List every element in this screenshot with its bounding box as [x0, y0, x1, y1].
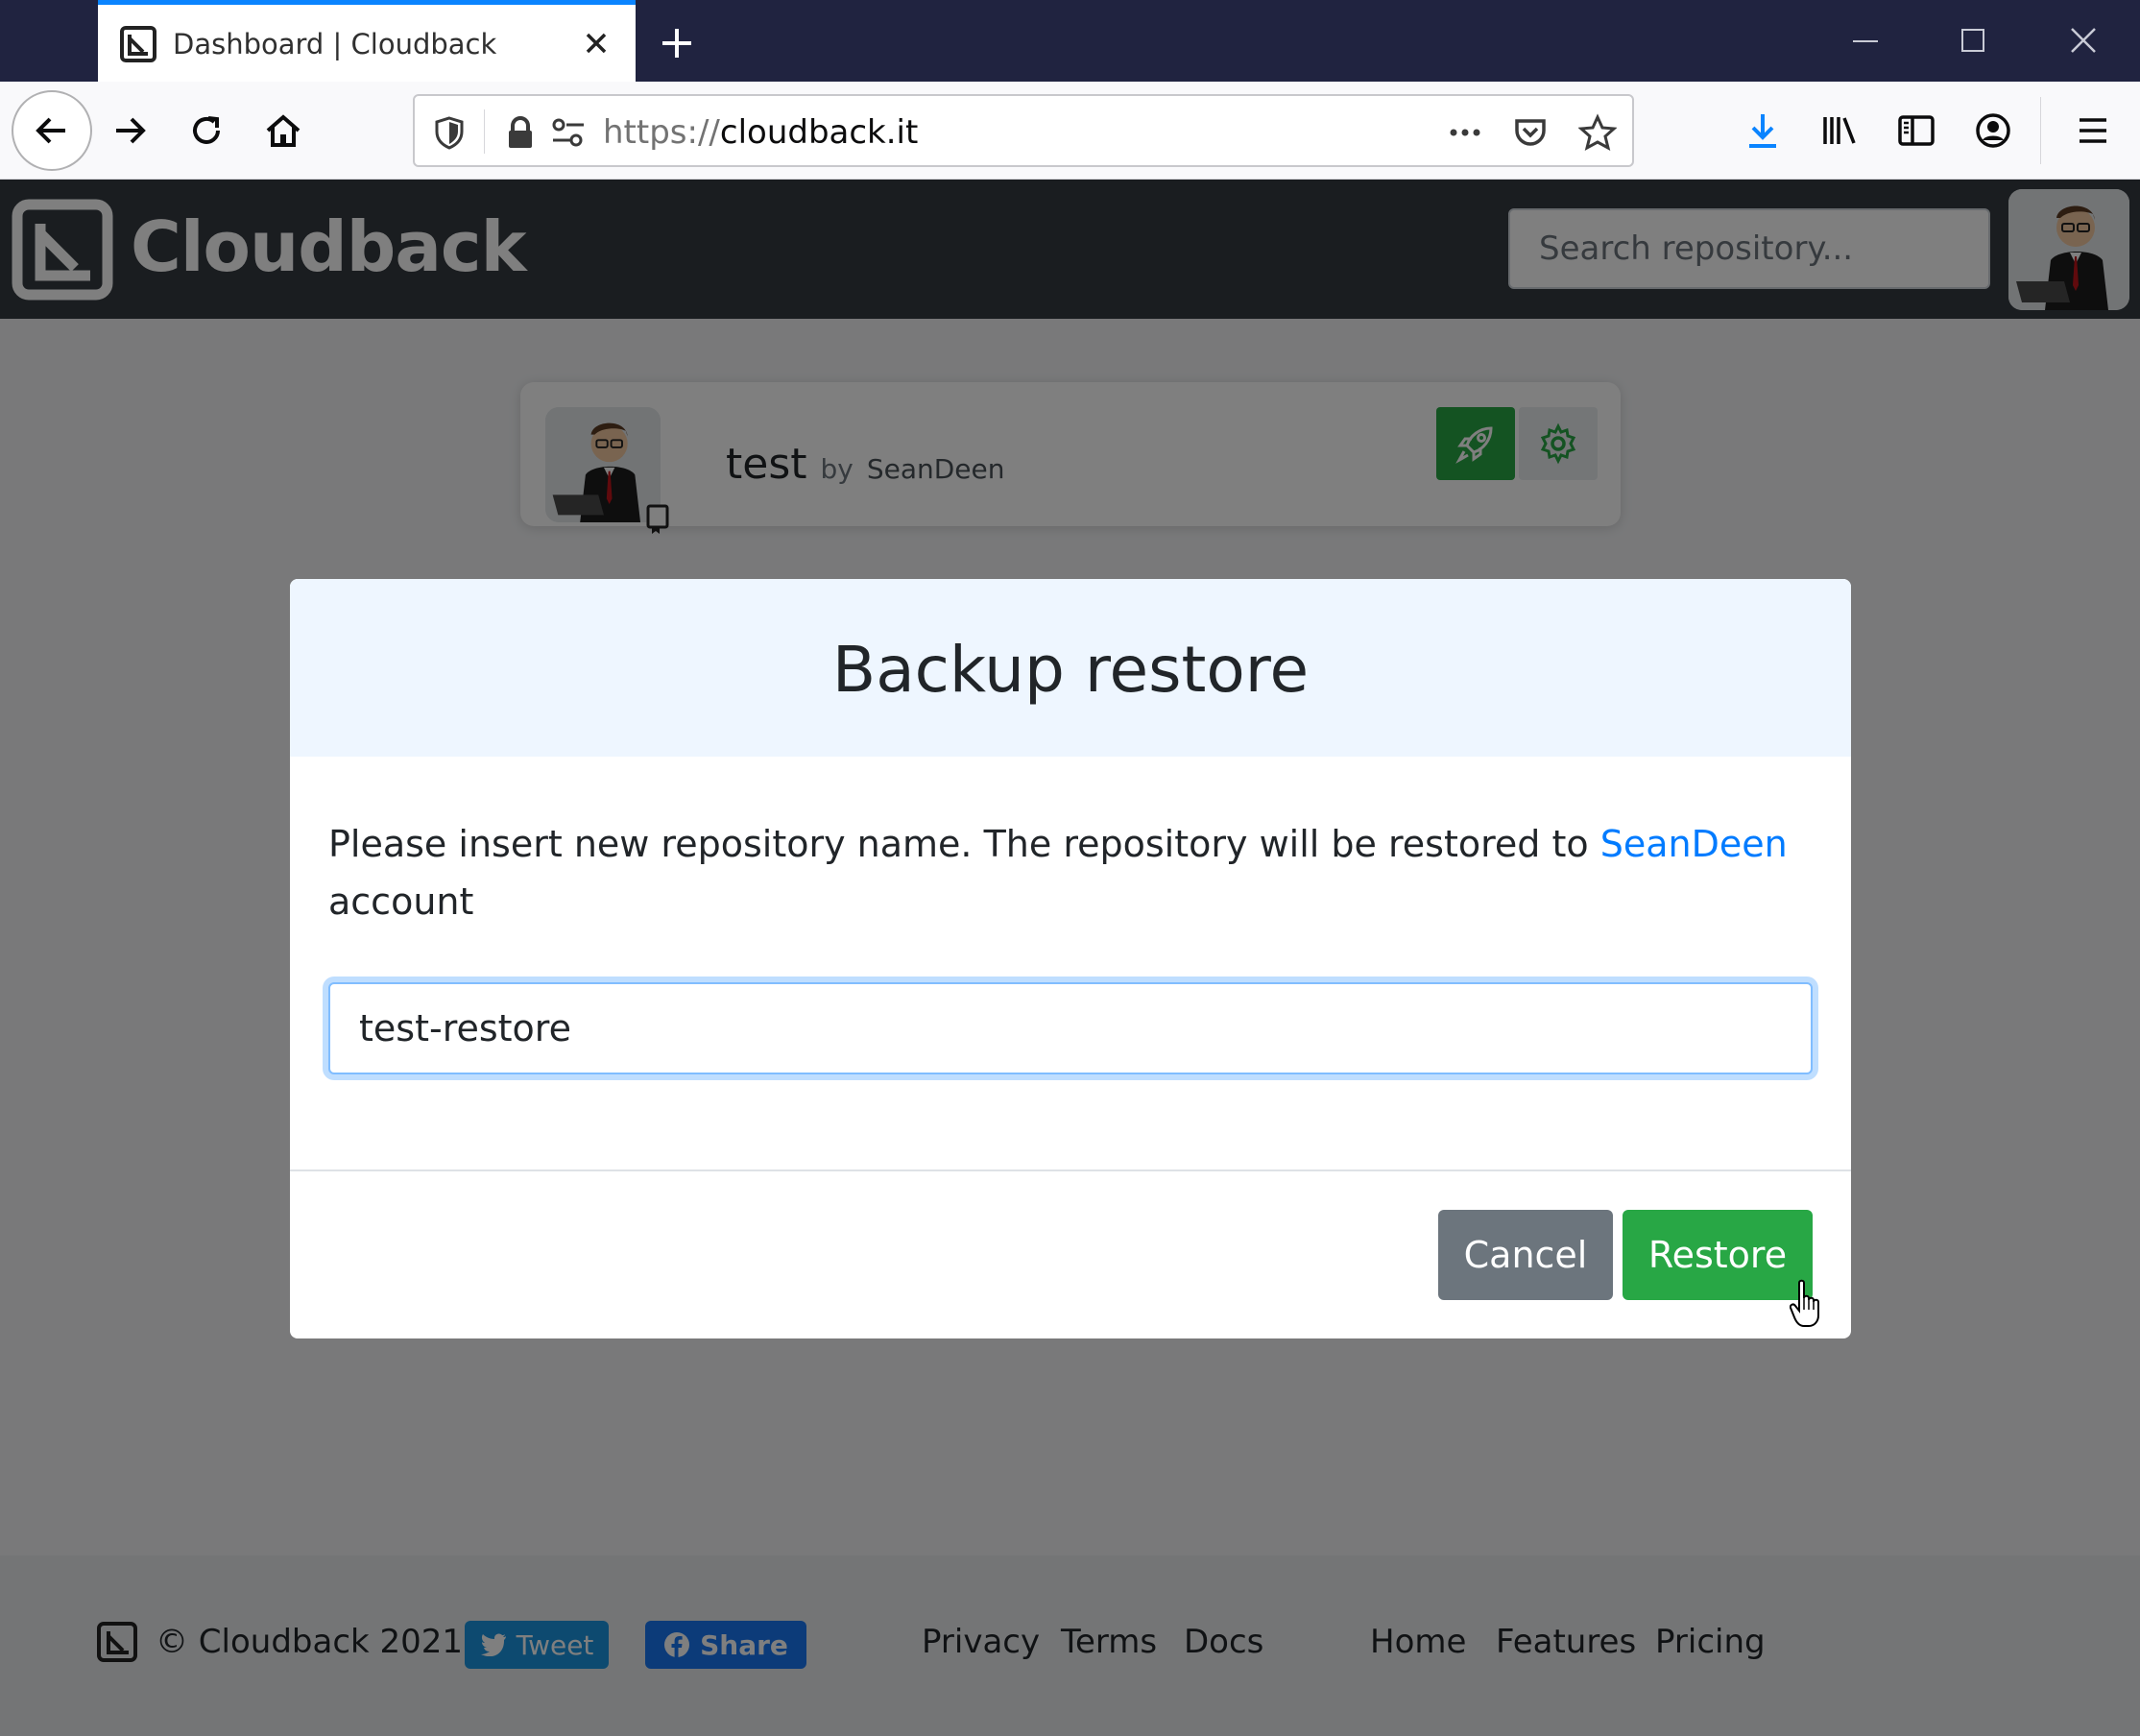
- home-button[interactable]: [254, 102, 312, 159]
- tracking-shield-icon[interactable]: [430, 113, 469, 152]
- url-text: https://cloudback.it: [603, 113, 918, 152]
- modal-description: Please insert new repository name. The r…: [328, 815, 1788, 930]
- restore-button[interactable]: Restore: [1623, 1210, 1813, 1300]
- account-icon: [1976, 113, 2010, 148]
- url-host: cloudback.it: [719, 113, 919, 152]
- browser-titlebar: Dashboard | Cloudback: [0, 0, 2140, 82]
- cloudback-favicon-icon: [120, 26, 156, 62]
- maximize-icon[interactable]: [1949, 19, 1997, 63]
- forward-button[interactable]: [101, 102, 158, 159]
- permissions-icon[interactable]: [549, 113, 588, 152]
- page-actions-icon[interactable]: [1446, 113, 1484, 152]
- repository-name-input[interactable]: [328, 982, 1813, 1074]
- library-button[interactable]: [1811, 102, 1868, 159]
- sidebar-icon: [1898, 115, 1935, 146]
- home-icon: [266, 114, 301, 147]
- minimize-icon[interactable]: [1841, 19, 1889, 63]
- hand-pointer-icon: [1790, 1279, 1819, 1327]
- close-tab-icon[interactable]: [576, 23, 616, 63]
- pocket-icon[interactable]: [1511, 113, 1550, 152]
- hamburger-menu-icon: [2080, 118, 2106, 143]
- modal-header: Backup restore: [290, 579, 1851, 757]
- downloads-button[interactable]: [1734, 102, 1791, 159]
- cancel-button[interactable]: Cancel: [1438, 1210, 1613, 1300]
- bookmark-star-icon[interactable]: [1578, 113, 1617, 152]
- new-tab-icon[interactable]: [653, 19, 701, 67]
- url-separator: [484, 109, 485, 154]
- download-icon: [1749, 114, 1776, 148]
- account-link[interactable]: SeanDeen: [1600, 823, 1788, 865]
- menu-button[interactable]: [2064, 102, 2122, 159]
- toolbar-separator: [2040, 97, 2041, 164]
- modal-footer-divider: [290, 1169, 1851, 1171]
- backup-restore-modal: Backup restore Please insert new reposit…: [290, 579, 1851, 1338]
- reload-icon: [193, 116, 220, 144]
- arrow-right-icon: [116, 117, 146, 144]
- sidebar-button[interactable]: [1888, 102, 1945, 159]
- library-icon: [1823, 117, 1856, 144]
- lock-icon[interactable]: [501, 113, 540, 152]
- browser-tab[interactable]: Dashboard | Cloudback: [98, 0, 636, 82]
- arrow-left-icon: [36, 117, 65, 144]
- modal-title: Backup restore: [831, 633, 1310, 707]
- account-button[interactable]: [1964, 102, 2022, 159]
- close-window-icon[interactable]: [2059, 19, 2107, 63]
- tab-title: Dashboard | Cloudback: [173, 28, 497, 60]
- modal-text-after: account: [328, 880, 474, 923]
- back-button[interactable]: [12, 90, 92, 171]
- address-bar[interactable]: https://cloudback.it: [413, 94, 1634, 167]
- url-scheme: https://: [603, 113, 720, 152]
- reload-button[interactable]: [178, 102, 235, 159]
- modal-text-before: Please insert new repository name. The r…: [328, 823, 1600, 865]
- browser-toolbar: https://cloudback.it: [0, 82, 2140, 180]
